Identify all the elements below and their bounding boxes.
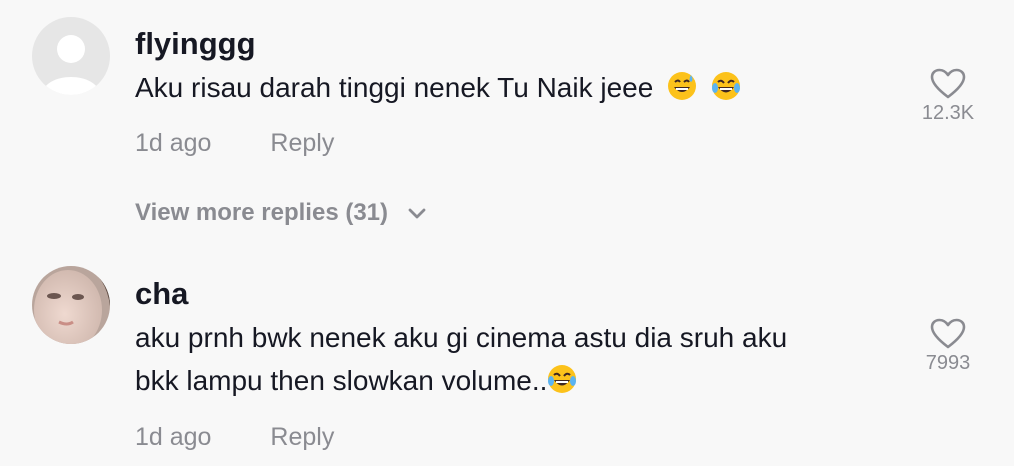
avatar[interactable] [32,266,110,344]
comment-text: Aku risau darah tinggi nenek Tu Naik jee… [135,66,905,113]
like-count: 7993 [925,352,971,374]
comment-text-body: bkk lampu then slowkan volume.. [135,365,548,396]
default-avatar-icon [32,17,110,95]
chevron-down-icon [408,208,426,219]
heart-icon [930,318,966,349]
like-button[interactable]: 12.3K [908,68,988,125]
view-more-replies-label: View more replies (31) [135,199,389,226]
comment-username[interactable]: cha [135,276,188,312]
comment-text: aku prnh bwk nenek aku gi cinema astu di… [135,316,905,406]
grinning-sweat-emoji-icon [667,70,697,113]
heart-icon [930,68,966,99]
like-count: 12.3K [921,102,975,124]
tears-of-joy-emoji-icon [711,70,741,113]
comment-text-line: bkk lampu then slowkan volume.. [135,359,905,406]
user-photo-avatar-icon [32,266,110,344]
comment-time: 1d ago [135,129,212,157]
reply-button[interactable]: Reply [270,423,334,451]
view-more-replies-button[interactable]: View more replies (31) [135,199,427,227]
comment-time: 1d ago [135,423,212,451]
comment-meta: 1d ago Reply [135,423,334,452]
tears-of-joy-emoji-icon [547,363,577,406]
comment-username[interactable]: flyinggg [135,26,256,62]
reply-button[interactable]: Reply [270,129,334,157]
comment-meta: 1d ago Reply [135,129,334,158]
comment-text-line: aku prnh bwk nenek aku gi cinema astu di… [135,322,788,353]
comment-text-body: Aku risau darah tinggi nenek Tu Naik jee… [135,72,654,103]
like-button[interactable]: 7993 [908,318,988,375]
avatar[interactable] [32,17,110,95]
